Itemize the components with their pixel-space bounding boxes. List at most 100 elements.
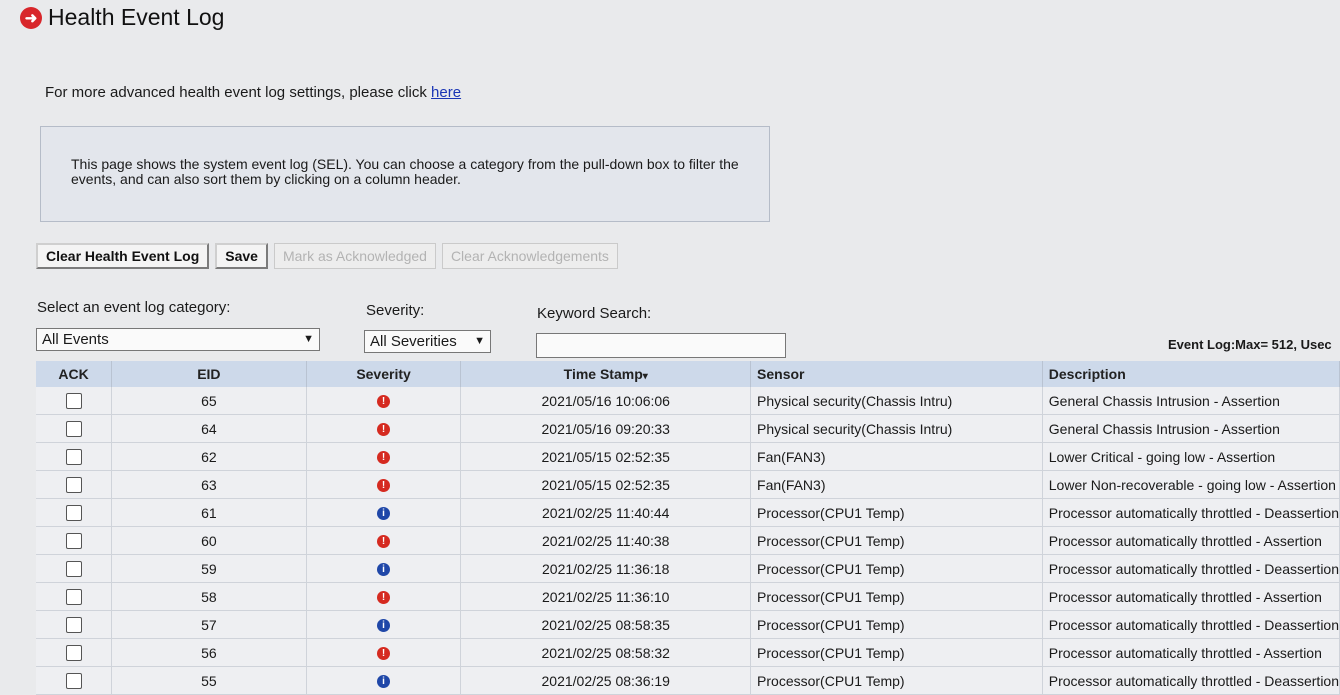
table-row[interactable]: 62! 2021/05/15 02:52:35 Fan(FAN3) Lower Cri… <box>36 442 1340 471</box>
table-row[interactable]: 61 i 2021/02/25 11:40:44 Processor(CPU1 Tem… <box>36 498 1340 527</box>
critical-icon: ! <box>377 395 391 409</box>
table-row[interactable]: 63! 2021/05/15 02:52:35 Fan(FAN3) Lower Non… <box>36 470 1340 499</box>
table-row[interactable]: 64! 2021/05/16 09:20:33 Physical security(… <box>36 414 1340 443</box>
description-cell: Processor automatically throttled - Deas… <box>1042 554 1340 583</box>
column-description[interactable]: Description <box>1042 361 1340 387</box>
info-box: This page shows the system event log (SE… <box>40 126 770 222</box>
keyword-label: Keyword Search: <box>537 305 652 322</box>
ack-cell <box>36 610 113 639</box>
eid-cell: 61 <box>111 498 307 527</box>
critical-icon: ! <box>377 423 391 437</box>
eid-cell: 60 <box>111 526 307 555</box>
sensor-cell: Fan(FAN3) <box>750 442 1043 471</box>
info-icon: i <box>377 507 391 521</box>
column-timestamp-label: Time Stamp <box>563 366 643 382</box>
ack-cell <box>36 582 113 611</box>
description-cell: Processor automatically throttled - Deas… <box>1042 610 1340 639</box>
toolbar: Clear Health Event Log Save Mark as Ackn… <box>36 243 618 269</box>
ack-cell <box>36 442 113 471</box>
severity-cell: i <box>306 498 462 527</box>
column-sensor[interactable]: Sensor <box>750 361 1043 387</box>
advanced-settings-link[interactable]: here <box>431 84 461 101</box>
description-cell: Processor automatically throttled - Asse… <box>1042 582 1340 611</box>
column-timestamp[interactable]: Time Stamp▾ <box>460 361 752 387</box>
eid-cell: 56 <box>111 638 307 667</box>
description-cell: Processor automatically throttled - Deas… <box>1042 498 1340 527</box>
ack-checkbox[interactable] <box>65 533 82 550</box>
table-header-row: ACK EID Severity Time Stamp▾ Sensor Desc… <box>36 361 1340 387</box>
severity-cell: i <box>306 554 462 583</box>
timestamp-cell: 2021/02/25 11:40:44 <box>460 498 752 527</box>
event-log-usage: Event Log:Max= 512, Usec <box>1168 337 1332 352</box>
timestamp-cell: 2021/02/25 08:58:32 <box>460 638 752 667</box>
timestamp-cell: 2021/02/25 08:58:35 <box>460 610 752 639</box>
critical-icon: ! <box>377 647 391 661</box>
timestamp-cell: 2021/02/25 11:40:38 <box>460 526 752 555</box>
description-cell: General Chassis Intrusion - Assertion <box>1042 414 1340 443</box>
mark-acknowledged-button[interactable]: Mark as Acknowledged <box>273 243 436 269</box>
ack-checkbox[interactable] <box>65 561 82 578</box>
sort-desc-icon: ▾ <box>642 371 648 382</box>
eid-cell: 58 <box>111 582 307 611</box>
eid-cell: 59 <box>111 554 307 583</box>
sensor-cell: Physical security(Chassis Intru) <box>750 387 1043 415</box>
chevron-down-icon: ▼ <box>303 333 314 345</box>
severity-cell: ! <box>306 638 462 667</box>
advanced-settings-text: For more advanced health event log setti… <box>45 84 461 101</box>
ack-checkbox[interactable] <box>65 421 82 438</box>
column-eid[interactable]: EID <box>111 361 307 387</box>
red-arrow-icon: ➜ <box>20 6 42 29</box>
severity-select-value: All Severities <box>370 333 457 350</box>
category-label: Select an event log category: <box>37 299 231 316</box>
column-severity[interactable]: Severity <box>306 361 462 387</box>
info-icon: i <box>377 563 391 577</box>
chevron-down-icon: ▼ <box>474 335 485 347</box>
severity-select[interactable]: All Severities ▼ <box>364 330 491 353</box>
critical-icon: ! <box>377 535 391 549</box>
ack-cell <box>36 526 113 555</box>
ack-checkbox[interactable] <box>65 589 82 606</box>
critical-icon: ! <box>377 451 391 465</box>
category-select[interactable]: All Events ▼ <box>36 328 320 351</box>
sensor-cell: Processor(CPU1 Temp) <box>750 610 1043 639</box>
info-icon: i <box>377 619 391 633</box>
clear-acknowledgements-button[interactable]: Clear Acknowledgements <box>441 243 618 269</box>
ack-cell <box>36 498 113 527</box>
severity-cell: i <box>306 610 462 639</box>
severity-cell: ! <box>306 442 462 471</box>
ack-checkbox[interactable] <box>65 505 82 522</box>
ack-checkbox[interactable] <box>65 673 82 690</box>
sensor-cell: Fan(FAN3) <box>750 470 1043 499</box>
ack-checkbox[interactable] <box>65 645 82 662</box>
table-row[interactable]: 59 i 2021/02/25 11:36:18 Processor(CPU1 Tem… <box>36 554 1340 583</box>
severity-label: Severity: <box>366 302 425 319</box>
table-row[interactable]: 58! 2021/02/25 11:36:10 Processor(CPU1 Tem… <box>36 582 1340 611</box>
timestamp-cell: 2021/05/16 09:20:33 <box>460 414 752 443</box>
sensor-cell: Processor(CPU1 Temp) <box>750 526 1043 555</box>
save-button[interactable]: Save <box>215 243 268 269</box>
table-row[interactable]: 55 i 2021/02/25 08:36:19 Processor(CPU1 Tem… <box>36 666 1340 695</box>
event-log-table: ACK EID Severity Time Stamp▾ Sensor Desc… <box>36 361 1340 695</box>
description-cell: Processor automatically throttled - Asse… <box>1042 638 1340 667</box>
ack-cell <box>36 414 113 443</box>
critical-icon: ! <box>377 591 391 605</box>
info-icon: i <box>377 675 391 689</box>
ack-checkbox[interactable] <box>65 449 82 466</box>
ack-checkbox[interactable] <box>65 477 82 494</box>
sensor-cell: Physical security(Chassis Intru) <box>750 414 1043 443</box>
keyword-search-input[interactable] <box>536 333 786 358</box>
timestamp-cell: 2021/02/25 11:36:18 <box>460 554 752 583</box>
ack-checkbox[interactable] <box>65 617 82 634</box>
column-ack[interactable]: ACK <box>36 361 113 387</box>
table-row[interactable]: 56! 2021/02/25 08:58:32 Processor(CPU1 Tem… <box>36 638 1340 667</box>
table-row[interactable]: 65! 2021/05/16 10:06:06 Physical security(… <box>36 387 1340 415</box>
table-row[interactable]: 57 i 2021/02/25 08:58:35 Processor(CPU1 Tem… <box>36 610 1340 639</box>
ack-checkbox[interactable] <box>65 393 82 410</box>
page-title: Health Event Log <box>48 4 225 30</box>
clear-log-button[interactable]: Clear Health Event Log <box>36 243 210 269</box>
severity-cell: ! <box>306 387 462 415</box>
ack-cell <box>36 666 113 695</box>
ack-cell <box>36 554 113 583</box>
eid-cell: 55 <box>111 666 307 695</box>
table-row[interactable]: 60! 2021/02/25 11:40:38 Processor(CPU1 Tem… <box>36 526 1340 555</box>
